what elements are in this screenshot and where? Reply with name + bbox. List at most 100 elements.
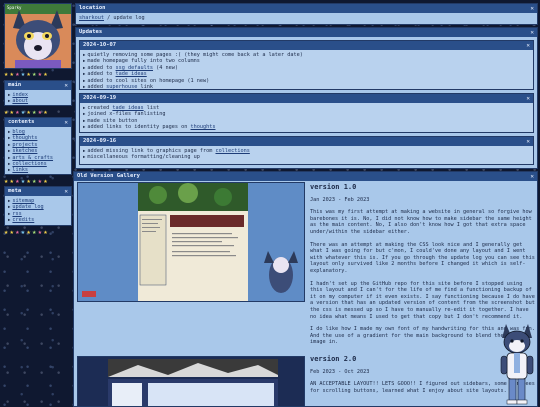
update-link[interactable]: collections bbox=[215, 148, 249, 154]
update-date: 2024-09-19 bbox=[83, 95, 117, 101]
star-icon: ★ bbox=[15, 177, 20, 185]
star-icon: ★ bbox=[26, 177, 32, 185]
updates-titlebar: Updates ✕ bbox=[76, 28, 537, 37]
stars-divider: ★★★★★★★★ bbox=[4, 70, 49, 78]
update-item: miscellaneous formatting/cleaning up bbox=[83, 154, 530, 160]
star-icon: ★ bbox=[20, 70, 26, 78]
star-icon: ★ bbox=[9, 228, 15, 236]
star-icon: ★ bbox=[32, 108, 37, 116]
nav-item-about[interactable]: about bbox=[8, 98, 68, 104]
close-icon[interactable]: ✕ bbox=[530, 28, 534, 37]
update-link[interactable]: tade ideas bbox=[112, 105, 143, 111]
star-icon: ★ bbox=[43, 70, 48, 78]
star-icon: ★ bbox=[43, 228, 48, 236]
nav-item-links[interactable]: links bbox=[8, 167, 68, 173]
breadcrumb-separator: / bbox=[107, 15, 111, 21]
screenshot-image bbox=[78, 183, 304, 301]
version-1-dates: Jan 2023 - Feb 2023 bbox=[310, 196, 370, 203]
gallery-title: Old Version Gallery bbox=[77, 173, 140, 179]
close-icon[interactable]: ✕ bbox=[64, 81, 68, 90]
close-icon[interactable]: ✕ bbox=[526, 94, 530, 103]
nav-item-credits[interactable]: credits bbox=[8, 217, 68, 223]
meta-nav-window: meta ✕ sitemap update log rss credits bbox=[4, 186, 72, 226]
main-nav-titlebar: main ✕ bbox=[5, 81, 71, 90]
update-entry-titlebar: 2024-09-16 ✕ bbox=[80, 137, 533, 146]
close-icon[interactable]: ✕ bbox=[530, 4, 534, 13]
avatar-image bbox=[5, 4, 71, 68]
contents-nav-window: contents ✕ blog thoughts projects sketch… bbox=[4, 117, 72, 175]
close-icon[interactable]: ✕ bbox=[526, 41, 530, 50]
update-text: made homepage fully into two columns bbox=[87, 58, 200, 65]
update-text: list bbox=[143, 105, 160, 111]
update-list: added missing link to graphics page from… bbox=[83, 148, 530, 161]
avatar-caption: Sparky bbox=[7, 5, 22, 10]
update-entry-titlebar: 2024-10-07 ✕ bbox=[80, 41, 533, 50]
star-icon: ★ bbox=[26, 70, 32, 78]
update-text: miscellaneous formatting/cleaning up bbox=[87, 154, 200, 161]
update-date: 2024-09-16 bbox=[83, 138, 117, 144]
close-icon[interactable]: ✕ bbox=[64, 187, 68, 196]
update-list: quietly removing some pages :( (they mig… bbox=[83, 52, 530, 90]
stars-divider: ★★★★★★★★ bbox=[4, 108, 49, 116]
star-icon: ★ bbox=[15, 108, 20, 116]
version-2-screenshot[interactable] bbox=[77, 356, 305, 406]
stars-divider: ★★★★★★★★ bbox=[4, 228, 49, 236]
version-1-screenshot[interactable] bbox=[77, 182, 305, 302]
update-entry: 2024-10-07 ✕ quietly removing some pages… bbox=[79, 40, 534, 90]
update-text: link bbox=[137, 84, 154, 91]
close-icon[interactable]: ✕ bbox=[64, 118, 68, 127]
star-icon: ★ bbox=[32, 228, 37, 236]
update-item: added superhouse link bbox=[83, 84, 530, 90]
star-icon: ★ bbox=[15, 228, 20, 236]
update-text: quietly removing some pages :( (they mig… bbox=[87, 52, 303, 58]
star-icon: ★ bbox=[26, 108, 32, 116]
mascot-character bbox=[500, 324, 534, 405]
update-text: added to cool sites on homepage (1 new) bbox=[87, 77, 210, 84]
close-icon[interactable]: ✕ bbox=[526, 137, 530, 146]
close-icon[interactable]: ✕ bbox=[530, 172, 534, 181]
star-icon: ★ bbox=[15, 70, 20, 78]
star-icon: ★ bbox=[4, 108, 9, 116]
breadcrumb-current: update log bbox=[113, 15, 145, 21]
star-icon: ★ bbox=[20, 177, 26, 185]
avatar: Sparky bbox=[4, 3, 72, 69]
meta-nav-titlebar: meta ✕ bbox=[5, 187, 71, 196]
location-title: location bbox=[79, 5, 106, 11]
version-1-paragraph: There was an attempt at making the CSS l… bbox=[310, 241, 535, 274]
star-icon: ★ bbox=[4, 228, 9, 236]
star-icon: ★ bbox=[9, 108, 15, 116]
old-version-gallery-window: Old Version Gallery ✕ version 1.0 Jan 20… bbox=[73, 171, 538, 407]
star-icon: ★ bbox=[37, 70, 43, 78]
star-icon: ★ bbox=[43, 108, 48, 116]
star-icon: ★ bbox=[37, 108, 43, 116]
star-icon: ★ bbox=[20, 108, 26, 116]
breadcrumb: sharkout / update log bbox=[76, 13, 537, 23]
update-link[interactable]: thoughts bbox=[191, 124, 216, 130]
update-item: added links to identity pages on thought… bbox=[83, 124, 530, 130]
update-text: added links to identity pages on bbox=[87, 124, 191, 131]
update-text: (4 new) bbox=[153, 64, 179, 71]
version-1-paragraph: This was my first attempt at making a we… bbox=[310, 209, 532, 235]
star-icon: ★ bbox=[4, 70, 9, 78]
meta-nav-title: meta bbox=[8, 188, 22, 194]
breadcrumb-home[interactable]: sharkout bbox=[79, 15, 104, 21]
update-link[interactable]: superhouse bbox=[106, 84, 137, 90]
gallery-titlebar: Old Version Gallery ✕ bbox=[74, 172, 537, 181]
update-text: added bbox=[87, 84, 107, 91]
star-icon: ★ bbox=[9, 70, 15, 78]
update-link[interactable]: ssg defaults bbox=[116, 65, 153, 71]
update-text: made site button bbox=[87, 117, 138, 124]
star-icon: ★ bbox=[37, 228, 43, 236]
update-text: added missing link to graphics page from bbox=[87, 148, 216, 154]
updates-title: Updates bbox=[79, 29, 103, 35]
location-titlebar: location ✕ bbox=[76, 4, 537, 13]
update-link[interactable]: tade ideas bbox=[116, 71, 147, 77]
star-icon: ★ bbox=[26, 228, 32, 236]
star-icon: ★ bbox=[37, 177, 43, 185]
location-window: location ✕ sharkout / update log bbox=[75, 3, 538, 25]
update-date: 2024-10-07 bbox=[83, 42, 117, 48]
star-icon: ★ bbox=[32, 70, 37, 78]
star-icon: ★ bbox=[43, 177, 48, 185]
update-text: added to bbox=[87, 64, 116, 71]
version-1-title: version 1.0 bbox=[310, 183, 357, 191]
